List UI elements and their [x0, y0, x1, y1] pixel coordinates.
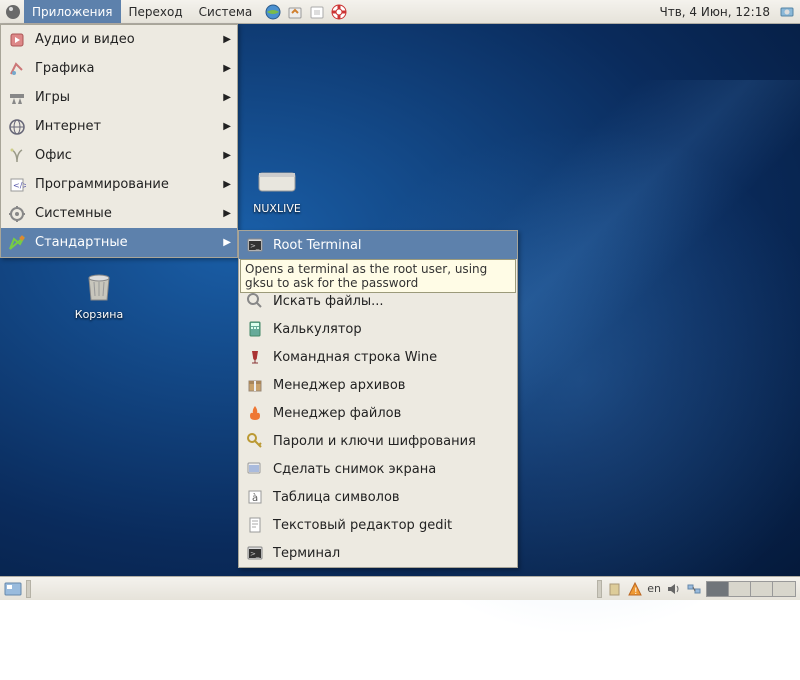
workspace-switcher[interactable] [706, 581, 796, 597]
menu-system[interactable]: Система [191, 0, 261, 23]
update-icon[interactable] [286, 3, 304, 21]
bottom-panel: ! en [0, 576, 800, 600]
help-icon[interactable] [330, 3, 348, 21]
menu-office[interactable]: Офис ▶ [1, 141, 237, 170]
menu-accessories[interactable]: Стандартные ▶ [1, 228, 237, 257]
menu-places[interactable]: Переход [121, 0, 191, 23]
desktop-drive-label: NUXLIVE [242, 202, 312, 215]
trash-icon [75, 266, 123, 306]
drive-icon [253, 160, 301, 200]
games-icon [7, 88, 27, 108]
show-desktop-icon[interactable] [4, 580, 22, 598]
clock[interactable]: Чтв, 4 Июн, 12:18 [653, 5, 776, 19]
svg-text:!: ! [634, 587, 638, 597]
menu-internet[interactable]: Интернет ▶ [1, 112, 237, 141]
globe-icon[interactable] [264, 3, 282, 21]
clipboard-tray-icon[interactable] [605, 580, 623, 598]
fire-icon [245, 403, 265, 423]
gnome-foot-icon[interactable] [2, 1, 24, 23]
menu-games[interactable]: Игры ▶ [1, 83, 237, 112]
calculator-icon [245, 319, 265, 339]
volume-tray-icon[interactable] [664, 580, 682, 598]
chevron-right-icon: ▶ [223, 150, 231, 161]
keyboard-layout-indicator[interactable]: en [647, 582, 661, 595]
svg-text:>_: >_ [250, 242, 260, 250]
chevron-right-icon: ▶ [223, 208, 231, 219]
tooltip: Opens a terminal as the root user, using… [240, 259, 516, 293]
chevron-right-icon: ▶ [223, 92, 231, 103]
submenu-character-map[interactable]: à Таблица символов [239, 483, 517, 511]
chevron-right-icon: ▶ [223, 34, 231, 45]
text-editor-icon [245, 515, 265, 535]
desktop-drive-icon[interactable]: NUXLIVE [242, 160, 312, 215]
separator [26, 580, 31, 598]
submenu-gedit[interactable]: Текстовый редактор gedit [239, 511, 517, 539]
system-icon [7, 204, 27, 224]
workspace-2[interactable] [729, 582, 751, 596]
wine-icon [245, 347, 265, 367]
submenu-file-manager[interactable]: Менеджер файлов [239, 399, 517, 427]
network-tray-icon[interactable] [685, 580, 703, 598]
applications-menu: Аудио и видео ▶ Графика ▶ Игры ▶ Интерне… [0, 24, 238, 258]
separator [597, 580, 602, 598]
camera-tray-icon[interactable] [779, 3, 797, 21]
dev-icon: </> [7, 175, 27, 195]
media-icon [7, 30, 27, 50]
desktop-trash-label: Корзина [64, 308, 134, 321]
home-tray-icon[interactable] [308, 3, 326, 21]
chevron-right-icon: ▶ [223, 63, 231, 74]
menu-graphics[interactable]: Графика ▶ [1, 54, 237, 83]
menu-system-tools[interactable]: Системные ▶ [1, 199, 237, 228]
svg-text:</>: </> [13, 181, 26, 190]
warning-tray-icon[interactable]: ! [626, 580, 644, 598]
submenu-screenshot[interactable]: Сделать снимок экрана [239, 455, 517, 483]
submenu-root-terminal[interactable]: >_ Root Terminal [239, 231, 517, 259]
desktop-trash-icon[interactable]: Корзина [64, 266, 134, 321]
internet-icon [7, 117, 27, 137]
charmap-icon: à [245, 487, 265, 507]
workspace-1[interactable] [707, 582, 729, 596]
menu-applications[interactable]: Приложения [24, 0, 121, 23]
graphics-icon [7, 59, 27, 79]
submenu-terminal[interactable]: >_ Терминал [239, 539, 517, 567]
submenu-wine-cmd[interactable]: Командная строка Wine [239, 343, 517, 371]
workspace-4[interactable] [773, 582, 795, 596]
archive-icon [245, 375, 265, 395]
screenshot-icon [245, 459, 265, 479]
menu-audio-video[interactable]: Аудио и видео ▶ [1, 25, 237, 54]
office-icon [7, 146, 27, 166]
svg-text:à: à [252, 492, 258, 504]
chevron-right-icon: ▶ [223, 179, 231, 190]
submenu-calculator[interactable]: Калькулятор [239, 315, 517, 343]
search-icon [245, 291, 265, 311]
terminal-icon: >_ [245, 235, 265, 255]
menu-programming[interactable]: </> Программирование ▶ [1, 170, 237, 199]
svg-text:>_: >_ [250, 550, 260, 558]
terminal2-icon: >_ [245, 543, 265, 563]
workspace-3[interactable] [751, 582, 773, 596]
chevron-right-icon: ▶ [223, 237, 231, 248]
chevron-right-icon: ▶ [223, 121, 231, 132]
submenu-passwords-keys[interactable]: Пароли и ключи шифрования [239, 427, 517, 455]
accessories-icon [7, 233, 27, 253]
submenu-archive-manager[interactable]: Менеджер архивов [239, 371, 517, 399]
keys-icon [245, 431, 265, 451]
top-panel: Приложения Переход Система Чтв, 4 Июн, 1… [0, 0, 800, 24]
